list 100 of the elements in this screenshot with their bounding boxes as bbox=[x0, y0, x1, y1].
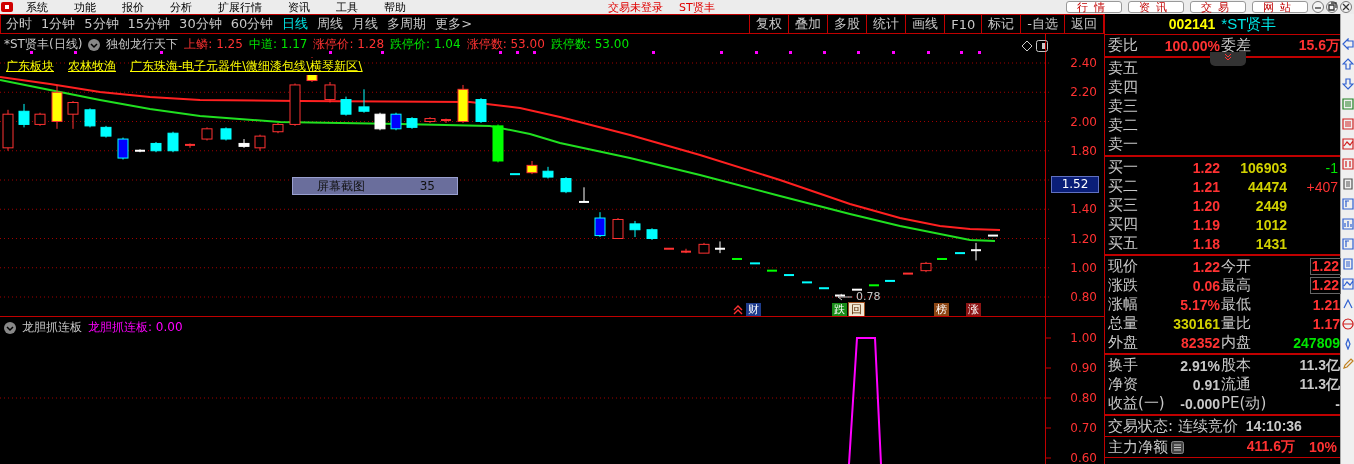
field-label: 委比 bbox=[1108, 36, 1139, 55]
sector-link[interactable]: 农林牧渔 bbox=[68, 58, 116, 75]
period-tab[interactable]: 30分钟 bbox=[179, 15, 222, 33]
period-tab[interactable]: 周线 bbox=[317, 15, 344, 33]
event-marker[interactable]: 跌 bbox=[832, 303, 847, 316]
menu-item[interactable]: 系统 bbox=[24, 0, 50, 14]
candle-icon[interactable] bbox=[1341, 158, 1354, 170]
axis-label: 0.90 bbox=[1070, 361, 1097, 375]
list-icon[interactable] bbox=[1171, 440, 1184, 454]
line-chart-icon[interactable] bbox=[1341, 278, 1354, 290]
period-tab[interactable]: 15分钟 bbox=[127, 15, 171, 33]
indicator-value: 龙胆抓连板: 0.00 bbox=[88, 319, 183, 336]
candlestick bbox=[390, 112, 402, 131]
net-amount: 411.6万 bbox=[1246, 438, 1295, 456]
nav-button[interactable]: 交易 bbox=[1190, 1, 1246, 13]
bid-volume: 44474 bbox=[1247, 178, 1288, 195]
event-marker[interactable]: 涨 bbox=[966, 303, 981, 316]
tooltip-label: 屏幕截图 bbox=[317, 177, 365, 195]
axis-label: 0.60 bbox=[1070, 451, 1097, 464]
event-marker[interactable]: 财 bbox=[746, 303, 761, 316]
collapse-tab[interactable] bbox=[1210, 52, 1246, 66]
order-level-label: 买四 bbox=[1108, 215, 1139, 234]
diamond-icon[interactable] bbox=[1021, 40, 1033, 52]
axis-label: 1.80 bbox=[1070, 143, 1097, 158]
up-arrow-icon[interactable] bbox=[1341, 58, 1354, 70]
candlestick bbox=[167, 131, 179, 153]
menu-item[interactable]: 功能 bbox=[72, 0, 98, 14]
period-tab[interactable]: 月线 bbox=[352, 15, 379, 33]
minimize-icon[interactable] bbox=[1312, 1, 1324, 13]
chevron-down-icon[interactable] bbox=[4, 321, 16, 334]
field-value: 1.22 bbox=[1309, 277, 1341, 294]
candlestick bbox=[971, 242, 981, 261]
field-label: 最高 bbox=[1221, 276, 1252, 295]
axis-label: 2.00 bbox=[1070, 114, 1097, 129]
field-label: 现价 bbox=[1108, 257, 1139, 276]
candlestick bbox=[542, 166, 554, 180]
field-label: 总量 bbox=[1108, 314, 1139, 333]
period-tab[interactable]: 分时 bbox=[6, 15, 32, 33]
candlestick bbox=[185, 142, 195, 149]
event-marker[interactable]: 榜 bbox=[934, 303, 949, 316]
chevron-down-icon[interactable] bbox=[88, 38, 101, 51]
candlestick bbox=[612, 217, 624, 239]
field-label: 换手 bbox=[1108, 356, 1139, 375]
field-value: -0.000 bbox=[1179, 395, 1221, 412]
tooltip-value: 35 bbox=[419, 179, 435, 193]
field-value: - bbox=[1334, 395, 1341, 412]
legend-value: 涨停数: 53.00 bbox=[466, 36, 545, 53]
field-value: 1.17 bbox=[1311, 315, 1341, 332]
field-label: PE(动) bbox=[1221, 394, 1268, 413]
line-chart-icon[interactable] bbox=[1341, 138, 1354, 150]
candlestick bbox=[492, 123, 504, 163]
period-tab[interactable]: 1分钟 bbox=[41, 15, 76, 33]
panel-icon[interactable] bbox=[1036, 40, 1048, 52]
down-arrow-icon[interactable] bbox=[1341, 78, 1354, 90]
nav-button[interactable]: 行情 bbox=[1066, 1, 1122, 13]
period-tab[interactable]: 更多> bbox=[435, 15, 473, 33]
chart-icon[interactable] bbox=[1341, 218, 1354, 230]
sector-link[interactable]: 广东板块 bbox=[6, 58, 54, 75]
candlestick bbox=[117, 137, 129, 161]
pencil-icon[interactable] bbox=[1341, 358, 1354, 370]
menu-item[interactable]: 工具 bbox=[334, 0, 360, 14]
menu-item[interactable]: 扩展行情 bbox=[216, 0, 264, 14]
axis-label: 0.80 bbox=[1070, 391, 1097, 405]
field-label: 流通 bbox=[1221, 375, 1252, 394]
window-title: 交易未登录 bbox=[608, 0, 663, 14]
restore-icon[interactable] bbox=[1326, 1, 1338, 13]
indicator-name[interactable]: 龙胆抓连板 bbox=[22, 319, 82, 336]
menu-item[interactable]: 报价 bbox=[120, 0, 146, 14]
document-icon[interactable] bbox=[1341, 178, 1354, 190]
axis-label: 2.40 bbox=[1070, 56, 1097, 70]
app-logo-icon bbox=[0, 1, 14, 13]
period-tab[interactable]: 多周期 bbox=[387, 15, 427, 33]
menu-item[interactable]: 帮助 bbox=[382, 0, 408, 14]
order-level-label: 买五 bbox=[1108, 234, 1139, 253]
period-tab[interactable]: 60分钟 bbox=[230, 15, 274, 33]
field-label: 股本 bbox=[1221, 356, 1252, 375]
close-icon[interactable] bbox=[1340, 1, 1352, 13]
candlestick bbox=[629, 220, 641, 238]
period-tab[interactable]: 日线 bbox=[282, 15, 309, 33]
field-value: 15.6万 bbox=[1297, 36, 1341, 55]
document-icon[interactable] bbox=[1341, 258, 1354, 270]
left-arrow-icon[interactable] bbox=[1341, 38, 1354, 50]
bid-volume: 2449 bbox=[1254, 197, 1288, 214]
trading-status: 交易状态: 连续竞价 bbox=[1108, 416, 1238, 436]
candlestick bbox=[100, 125, 112, 139]
candlestick bbox=[84, 107, 96, 128]
legend-value: 涨停价: 1.28 bbox=[313, 36, 385, 53]
nav-button[interactable]: 网站 bbox=[1252, 1, 1308, 13]
field-value: 2.91% bbox=[1179, 357, 1221, 374]
field-value: 330161 bbox=[1172, 315, 1221, 332]
event-marker[interactable]: 回 bbox=[849, 303, 864, 316]
nav-button[interactable]: 资讯 bbox=[1128, 1, 1184, 13]
bid-price: 1.22 bbox=[1191, 159, 1221, 176]
indicator-name[interactable]: 独创龙行天下 bbox=[106, 36, 179, 53]
period-tab[interactable]: 5分钟 bbox=[84, 15, 119, 33]
menu-item[interactable]: 分析 bbox=[168, 0, 194, 14]
legend-value: 中道: 1.17 bbox=[248, 36, 308, 53]
candlestick bbox=[201, 126, 213, 141]
menu-item[interactable]: 资讯 bbox=[286, 0, 312, 14]
sector-link[interactable]: 广东珠海-电子元器件\微细漆包线\横琴新区\ bbox=[130, 58, 363, 75]
